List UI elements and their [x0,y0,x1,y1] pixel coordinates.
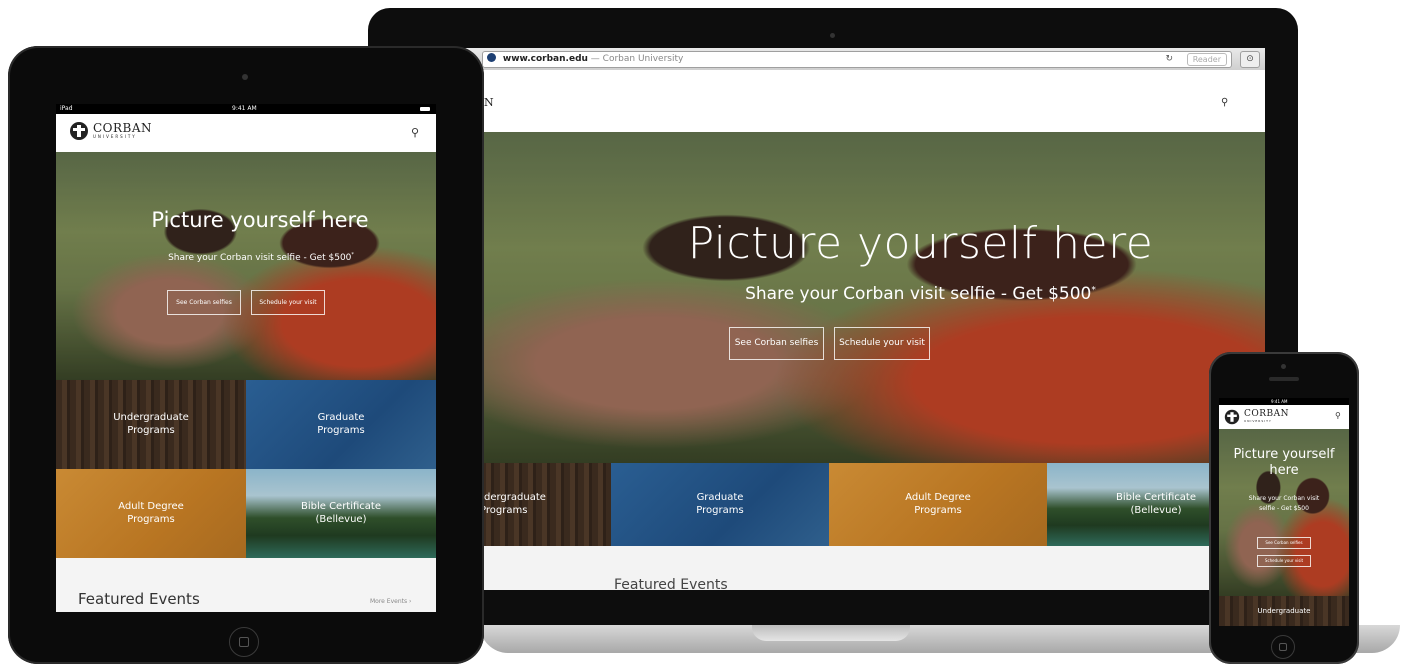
ipad-tile-undergraduate-line2: Programs [127,424,175,436]
iphone-hero: Picture yourself here Share your Corban … [1219,429,1349,596]
iphone-search-icon[interactable]: ⚲ [1335,411,1341,420]
iphone-logo-word: CORBAN [1244,409,1290,419]
ipad-hero-subtitle-mark: * [351,252,354,258]
laptop-camera [830,33,835,38]
laptop-schedule-visit-button[interactable]: Schedule your visit [834,327,930,360]
iphone-hero-subtitle-line2: selfie - Get $500 [1259,505,1309,512]
ipad-camera [242,74,248,80]
iphone-site-header: CORBAN UNIVERSITY ⚲ [1219,405,1349,429]
ipad-tile-bible-certificate[interactable]: Bible Certificate (Bellevue) [246,469,436,558]
iphone-home-button[interactable] [1271,635,1295,659]
laptop-tile-adult-degree-line2: Programs [914,504,962,516]
laptop-tile-adult-degree-line1: Adult Degree [905,492,971,503]
iphone-logo-cross-icon [1224,409,1240,425]
reload-icon[interactable]: ↻ [1165,52,1173,67]
ipad-featured-title: Featured Events [78,590,200,608]
laptop-tile-undergraduate-line2: Programs [480,504,528,516]
ipad-status-bar: iPad 9:41 AM [56,104,436,114]
ipad-tile-bible-line1: Bible Certificate [300,501,382,512]
ipad-search-icon[interactable]: ⚲ [411,126,419,139]
ipad-home-button[interactable] [229,627,259,657]
laptop-featured-title: Featured Events [614,577,728,590]
laptop-notch [752,625,910,641]
laptop-hero-subtitle-mark: * [1091,285,1096,296]
iphone-logo[interactable]: CORBAN UNIVERSITY [1223,408,1289,426]
iphone-home-square-icon [1279,643,1287,651]
ipad-featured-section: Featured Events More Events › [56,558,436,612]
ipad-screen: iPad 9:41 AM CORBAN UNIVERSITY ⚲ Picture… [56,104,436,612]
address-bar[interactable]: www.corban.edu — Corban University ↻ Rea… [482,51,1232,68]
laptop-tile-bible-line1: Bible Certificate [1115,492,1197,503]
laptop-tile-bible-line2: (Bellevue) [1130,504,1182,516]
ipad-tile-graduate-line1: Graduate [317,412,365,423]
laptop-search-icon[interactable]: ⚲ [1221,97,1228,108]
ipad-logo[interactable]: CORBAN UNIVERSITY [70,122,152,140]
ipad-logo-word: CORBAN [93,121,153,135]
iphone-hero-title-line2: here [1269,463,1299,478]
laptop-tile-graduate-line2: Programs [696,504,744,516]
laptop-tile-graduate[interactable]: Graduate Programs [611,463,829,546]
laptop-tile-graduate-line1: Graduate [696,492,744,503]
laptop-hero: Picture yourself here Share your Corban … [396,132,1265,463]
url-domain: www.corban.edu [502,54,588,64]
ipad-tile-adult-degree[interactable]: Adult Degree Programs [56,469,246,558]
laptop-site-header: N ⚲ [396,70,1265,132]
iphone-tile-undergraduate[interactable]: Undergraduate [1219,596,1349,626]
iphone-time: 9:41 AM [1271,399,1288,404]
laptop-logo-fragment[interactable]: N [484,96,494,109]
laptop-see-selfies-button[interactable]: See Corban selfies [729,327,824,360]
ipad-tile-adult-degree-line1: Adult Degree [118,501,184,512]
ipad-hero-subtitle: Share your Corban visit selfie - Get $50… [56,252,436,263]
iphone-see-selfies-button[interactable]: See Corban selfies [1257,537,1311,549]
ipad-hero-title: Picture yourself here [151,208,369,232]
ipad-battery-icon [420,107,430,111]
laptop-hero-subtitle: Share your Corban visit selfie - Get $50… [396,284,1265,304]
iphone-screen: 9:41 AM CORBAN UNIVERSITY ⚲ Picture your… [1219,398,1349,626]
laptop-screen: www.corban.edu — Corban University ↻ Rea… [396,48,1265,590]
ipad-site-header: CORBAN UNIVERSITY ⚲ [56,114,436,152]
laptop-hero-title: Picture yourself here [687,218,1154,269]
ipad-tile-undergraduate[interactable]: Undergraduate Programs [56,380,246,469]
iphone-logo-sub: UNIVERSITY [1244,419,1272,423]
ipad-tile-bible-line2: (Bellevue) [315,513,367,525]
ipad-home-square-icon [239,637,249,647]
ipad-more-events-link[interactable]: More Events › [370,598,411,605]
iphone-speaker [1269,377,1299,381]
laptop-hero-subtitle-text: Share your Corban visit selfie - Get $50… [745,284,1092,304]
ipad-see-selfies-button[interactable]: See Corban selfies [167,290,241,315]
downloads-button[interactable]: ⊙ [1240,51,1260,68]
ipad-time: 9:41 AM [232,105,257,112]
ipad-logo-cross-icon [70,122,88,140]
browser-toolbar: www.corban.edu — Corban University ↻ Rea… [396,48,1265,71]
ipad-tile-graduate-line2: Programs [317,424,365,436]
ipad-hero-subtitle-text: Share your Corban visit selfie - Get $50… [168,253,352,263]
ipad-tile-adult-degree-line2: Programs [127,513,175,525]
laptop-tile-adult-degree[interactable]: Adult Degree Programs [829,463,1047,546]
iphone-tile-undergraduate-label: Undergraduate [1257,606,1311,615]
site-favicon-icon [487,53,496,62]
ipad-hero: Picture yourself here Share your Corban … [56,152,436,380]
reader-button[interactable]: Reader [1186,53,1227,66]
iphone-hero-title-line1: Picture yourself [1233,447,1335,462]
ipad-carrier: iPad [60,105,73,112]
iphone-hero-subtitle-line1: Share your Corban visit [1248,495,1320,502]
url-page-title: — Corban University [590,54,684,64]
iphone-status-bar: 9:41 AM [1219,398,1349,405]
ipad-tile-graduate[interactable]: Graduate Programs [246,380,436,469]
laptop-tile-undergraduate-line1: dergraduate [484,492,546,503]
iphone-camera [1281,364,1286,369]
ipad-schedule-visit-button[interactable]: Schedule your visit [251,290,325,315]
laptop-featured-section: Featured Events [396,546,1265,590]
iphone-schedule-visit-button[interactable]: Schedule your visit [1257,555,1311,567]
ipad-tile-undergraduate-line1: Undergraduate [113,412,189,423]
